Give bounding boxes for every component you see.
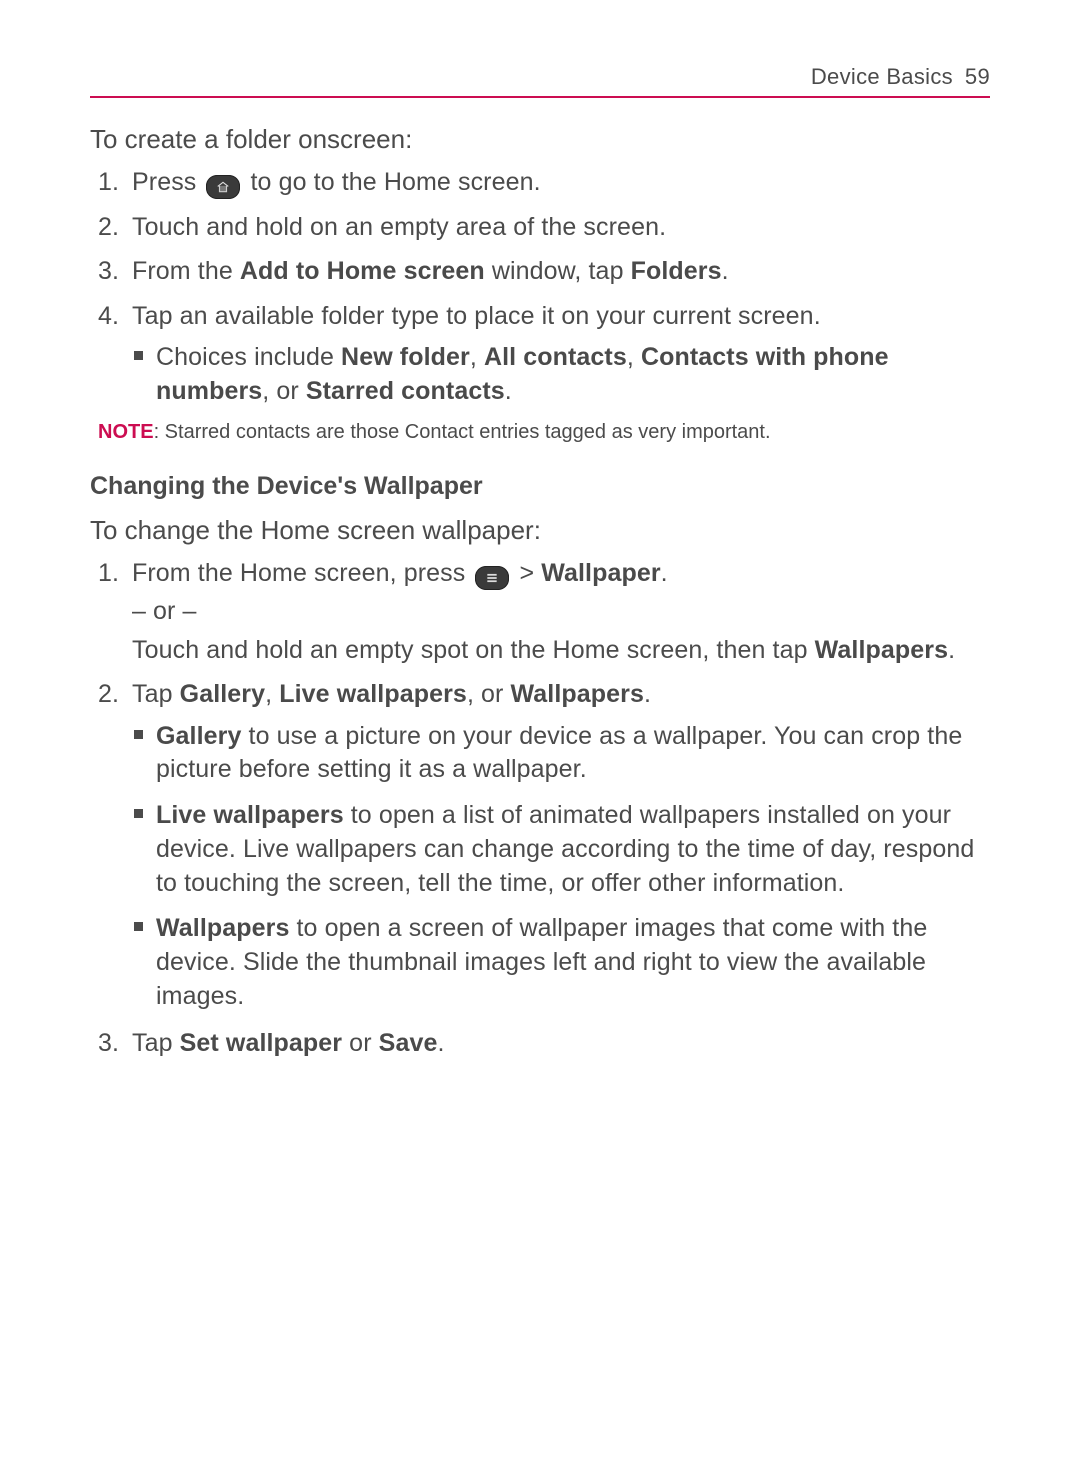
change-wallpaper-steps: 1. From the Home screen, press > Wallpape…	[98, 556, 990, 1061]
step-text: From the Home screen, press > Wallpaper.	[132, 559, 668, 587]
step-item: 4. Tap an available folder type to place …	[98, 299, 990, 409]
bold-term: Folders	[631, 257, 722, 285]
bold-term: New folder	[341, 343, 470, 371]
bold-term: Live wallpapers	[279, 680, 467, 708]
bold-term: Save	[379, 1029, 438, 1057]
bold-term: Live wallpapers	[156, 801, 344, 829]
subsection-title-create-folder: To create a folder onscreen:	[90, 124, 990, 155]
step-text: From the Add to Home screen window, tap …	[132, 257, 729, 285]
sub-bullets: Choices include New folder, All contacts…	[132, 341, 990, 409]
bold-term: Gallery	[180, 680, 265, 708]
step-text: Press to go to the Home screen.	[132, 168, 541, 196]
step-text: Tap an available folder type to place it…	[132, 302, 821, 330]
sub-bullets: Gallery to use a picture on your device …	[132, 720, 990, 1014]
bold-term: Add to Home screen	[240, 257, 485, 285]
bold-term: Starred contacts	[306, 377, 505, 405]
step-continuation: Touch and hold an empty spot on the Home…	[132, 633, 990, 668]
note-starred-contacts: NOTE: Starred contacts are those Contact…	[98, 421, 990, 444]
bullet-item: Wallpapers to open a screen of wallpaper…	[132, 912, 990, 1013]
step-item: 1. From the Home screen, press > Wallpape…	[98, 556, 990, 668]
step-text: Tap Set wallpaper or Save.	[132, 1029, 445, 1057]
step-continuation: – or –	[132, 594, 990, 629]
bold-term: Wallpaper	[541, 559, 660, 587]
step-item: 3. From the Add to Home screen window, ta…	[98, 254, 990, 289]
bold-term: Wallpapers	[815, 636, 948, 664]
page-number: 59	[965, 64, 990, 90]
bullet-item: Live wallpapers to open a list of animat…	[132, 799, 990, 900]
home-key-icon	[206, 175, 240, 199]
section-heading-wallpaper: Changing the Device's Wallpaper	[90, 472, 990, 501]
step-number: 2.	[98, 210, 119, 245]
step-item: 2. Tap Gallery, Live wallpapers, or Wallp…	[98, 677, 990, 1014]
step-item: 2. Touch and hold on an empty area of the…	[98, 210, 990, 245]
menu-key-icon	[475, 566, 509, 590]
create-folder-steps: 1. Press to go to the Home screen. 2. Touch…	[98, 165, 990, 409]
step-number: 1.	[98, 165, 119, 200]
step-text: Tap Gallery, Live wallpapers, or Wallpap…	[132, 680, 651, 708]
step-number: 3.	[98, 254, 119, 289]
step-number: 2.	[98, 677, 119, 712]
step-number: 1.	[98, 556, 119, 591]
manual-page: Device Basics 59 To create a folder onsc…	[0, 0, 1080, 1110]
step-number: 4.	[98, 299, 119, 334]
bold-term: Wallpapers	[156, 914, 289, 942]
section-name: Device Basics	[811, 64, 953, 90]
step-text: Touch and hold on an empty area of the s…	[132, 213, 666, 241]
step-item: 3. Tap Set wallpaper or Save.	[98, 1026, 990, 1061]
bold-term: Gallery	[156, 722, 241, 750]
step-number: 3.	[98, 1026, 119, 1061]
bold-term: Set wallpaper	[180, 1029, 342, 1057]
bold-term: Wallpapers	[511, 680, 644, 708]
running-header: Device Basics 59	[90, 64, 990, 98]
bullet-item: Gallery to use a picture on your device …	[132, 720, 990, 788]
subsection-title-change-wallpaper: To change the Home screen wallpaper:	[90, 515, 990, 546]
bold-term: All contacts	[484, 343, 627, 371]
step-item: 1. Press to go to the Home screen.	[98, 165, 990, 200]
bullet-item: Choices include New folder, All contacts…	[132, 341, 990, 409]
